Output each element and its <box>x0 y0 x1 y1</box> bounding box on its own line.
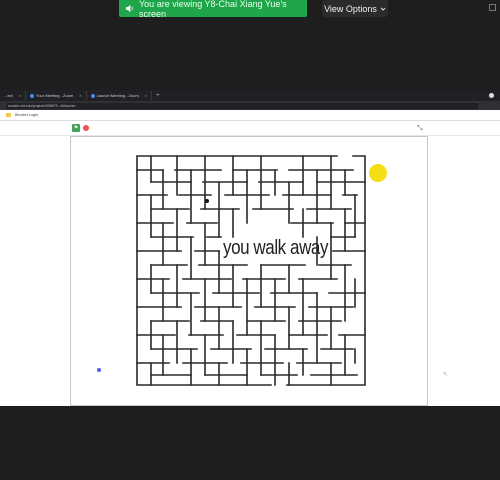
window-controls <box>489 4 496 11</box>
close-icon[interactable]: × <box>79 93 81 98</box>
tab-label: ...ect <box>4 93 13 98</box>
zoom-favicon-icon <box>90 93 95 98</box>
bookmarks-bar: Blooket Login <box>0 110 500 121</box>
stop-icon[interactable] <box>83 125 89 131</box>
zoom-favicon-icon <box>30 93 35 98</box>
cursor-highlight <box>369 164 387 182</box>
close-icon[interactable]: × <box>145 93 147 98</box>
scratch-stage[interactable]: you walk away <box>70 136 428 406</box>
mouse-pointer-icon: ↖ <box>443 372 449 378</box>
shared-browser-window: ...ect × Your Meeting - Zoom × Launch Me… <box>0 90 500 406</box>
tab-label: Launch Meeting - Zoom <box>96 93 139 98</box>
tab-scratch[interactable]: ...ect × <box>0 91 27 100</box>
view-options-button[interactable]: View Options <box>322 0 388 17</box>
tab-label: Your Meeting - Zoom <box>36 93 74 98</box>
blue-sprite <box>97 368 101 372</box>
screen-share-banner: You are viewing Y8-Chai Xiang Yue's scre… <box>119 0 307 19</box>
chevron-down-icon <box>380 7 386 11</box>
speaker-icon <box>125 4 133 13</box>
player-sprite[interactable] <box>205 199 209 203</box>
green-flag-icon[interactable]: ⚑ <box>72 124 80 132</box>
new-tab-icon[interactable]: + <box>156 93 160 99</box>
address-bar[interactable]: scratch.mit.edu/projects/598879...fullsc… <box>6 102 478 109</box>
maze-caption: you walk away <box>223 237 329 259</box>
tab-strip: ...ect × Your Meeting - Zoom × Launch Me… <box>0 90 500 101</box>
close-icon[interactable]: × <box>19 93 21 98</box>
fullscreen-icon[interactable] <box>489 4 496 11</box>
tab-your-meeting[interactable]: Your Meeting - Zoom × <box>26 91 87 100</box>
view-options-label: View Options <box>324 3 377 14</box>
exit-fullscreen-icon[interactable]: ⤡ <box>417 125 424 132</box>
bookmark-folder-icon <box>6 113 11 117</box>
tab-launch-meeting[interactable]: Launch Meeting - Zoom × <box>87 91 153 100</box>
profile-icon[interactable] <box>489 93 494 98</box>
share-banner-text: You are viewing Y8-Chai Xiang Yue's scre… <box>139 0 287 19</box>
bookmark-blooket-login[interactable]: Blooket Login <box>15 113 38 117</box>
address-bar-row: scratch.mit.edu/projects/598879...fullsc… <box>0 101 500 110</box>
